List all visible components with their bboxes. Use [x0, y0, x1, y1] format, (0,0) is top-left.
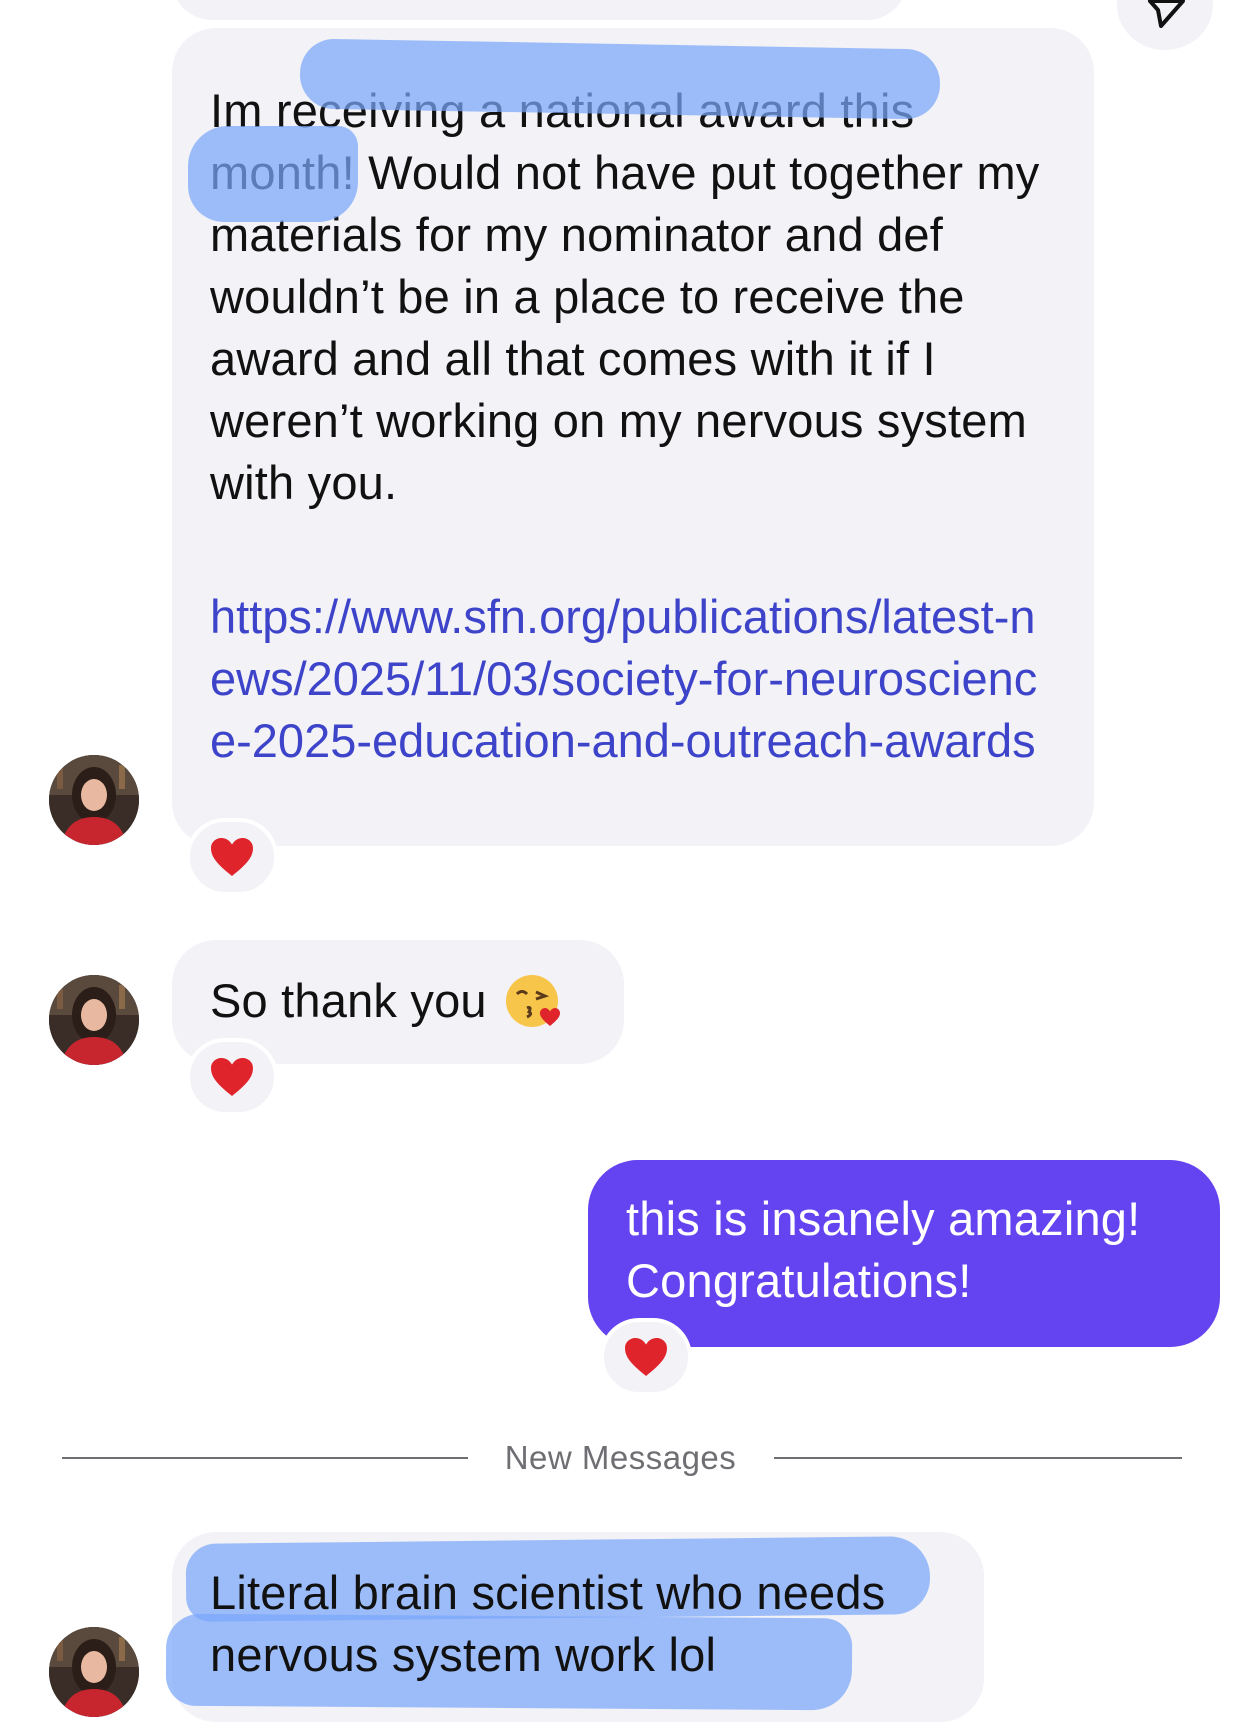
- message-text: So thank you: [210, 974, 487, 1027]
- highlight-mark: [188, 126, 358, 222]
- reaction-badge[interactable]: [186, 1038, 278, 1116]
- message-text: this is insanely amazing! Congratulation…: [626, 1192, 1141, 1307]
- avatar[interactable]: [49, 975, 139, 1065]
- avatar[interactable]: [49, 1627, 139, 1717]
- face-blowing-a-kiss-emoji: [505, 972, 563, 1030]
- send-arrow-icon: [1148, 0, 1185, 28]
- heart-emoji: [211, 1058, 253, 1096]
- message-bubble-reply[interactable]: this is insanely amazing! Congratulation…: [588, 1160, 1220, 1347]
- highlight-mark: [299, 38, 941, 120]
- contact-avatar-photo: [49, 1627, 139, 1717]
- message-text: Literal brain scientist who needs nervou…: [210, 1566, 886, 1681]
- share-button[interactable]: [1117, 0, 1213, 50]
- previous-message-bubble[interactable]: [172, 0, 907, 20]
- contact-avatar-photo: [49, 975, 139, 1065]
- reaction-badge[interactable]: [600, 1318, 692, 1396]
- message-link[interactable]: https://www.sfn.org/publications/latest-…: [210, 586, 1040, 772]
- avatar[interactable]: [49, 755, 139, 845]
- contact-avatar-photo: [49, 755, 139, 845]
- divider-line-right: [774, 1457, 1182, 1459]
- heart-emoji: [211, 838, 253, 876]
- heart-emoji: [625, 1338, 667, 1376]
- reaction-badge[interactable]: [186, 818, 278, 896]
